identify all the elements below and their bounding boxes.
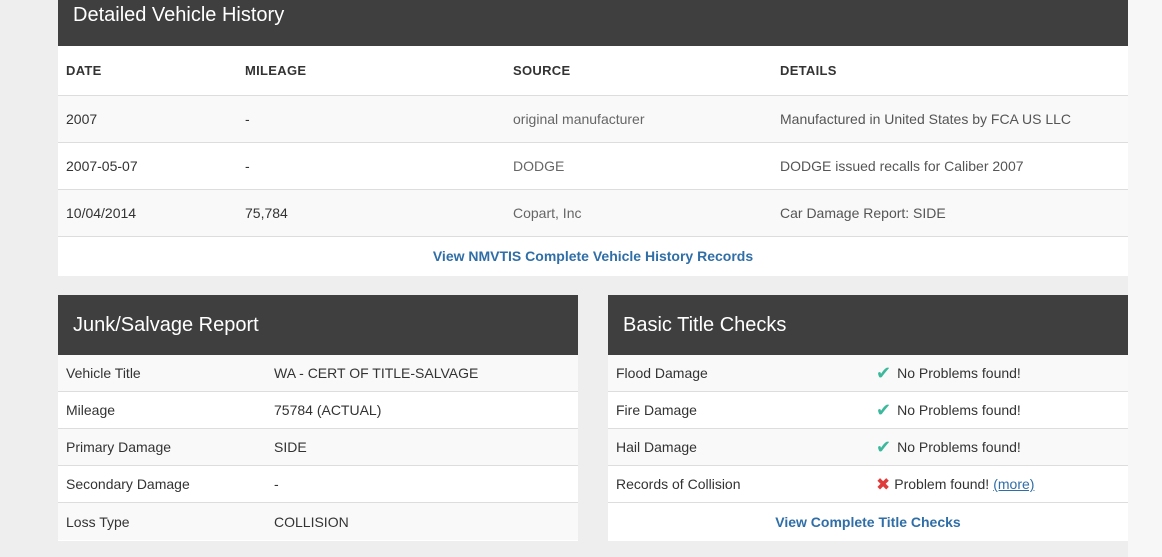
table-row: 2007 - original manufacturer Manufacture…	[58, 96, 1128, 143]
more-link[interactable]: (more)	[993, 476, 1034, 492]
list-item: Records of Collision ✖ Problem found! (m…	[608, 466, 1128, 503]
row-details: Manufactured in United States by FCA US …	[780, 111, 1072, 127]
history-table-header: DATE MILEAGE SOURCE DETAILS	[58, 46, 1128, 96]
item-label: Mileage	[66, 402, 116, 418]
junk-salvage-panel: Junk/Salvage Report Vehicle Title WA - C…	[58, 295, 578, 541]
status-text: Problem found!	[894, 476, 990, 492]
title-checks-title: Basic Title Checks	[608, 295, 1128, 355]
item-label: Fire Damage	[616, 402, 697, 418]
status-text: No Problems found!	[897, 402, 1021, 418]
item-value: SIDE	[274, 439, 307, 455]
column-mileage: MILEAGE	[245, 63, 307, 78]
row-mileage: -	[245, 111, 250, 127]
table-row: 10/04/2014 75,784 Copart, Inc Car Damage…	[58, 190, 1128, 237]
list-item: Hail Damage ✔ No Problems found!	[608, 429, 1128, 466]
x-icon: ✖	[876, 474, 891, 494]
table-row: 2007-05-07 - DODGE DODGE issued recalls …	[58, 143, 1128, 190]
list-item: Mileage 75784 (ACTUAL)	[58, 392, 578, 429]
status-text: No Problems found!	[897, 365, 1021, 381]
row-details: Car Damage Report: SIDE	[780, 205, 946, 221]
junk-salvage-title: Junk/Salvage Report	[58, 295, 578, 355]
row-date: 10/04/2014	[66, 205, 137, 221]
item-label: Hail Damage	[616, 439, 697, 455]
column-source: SOURCE	[513, 63, 571, 78]
row-details: DODGE issued recalls for Caliber 2007	[780, 158, 1024, 174]
status-text: No Problems found!	[897, 439, 1021, 455]
view-title-checks-link[interactable]: View Complete Title Checks	[608, 503, 1128, 540]
list-item: Secondary Damage -	[58, 466, 578, 503]
item-value: COLLISION	[274, 513, 349, 530]
row-mileage: 75,784	[245, 205, 288, 221]
list-item: Primary Damage SIDE	[58, 429, 578, 466]
check-icon: ✔	[876, 437, 892, 457]
list-item: Loss Type COLLISION	[58, 503, 578, 540]
list-item: Fire Damage ✔ No Problems found!	[608, 392, 1128, 429]
row-source: Copart, Inc	[513, 205, 582, 221]
item-value: -	[274, 476, 279, 492]
item-label: Records of Collision	[616, 476, 741, 492]
title-checks-panel: Basic Title Checks Flood Damage ✔ No Pro…	[608, 295, 1128, 541]
column-details: DETAILS	[780, 63, 837, 78]
item-status: ✔ No Problems found!	[876, 364, 1021, 382]
list-item: Flood Damage ✔ No Problems found!	[608, 355, 1128, 392]
row-mileage: -	[245, 158, 250, 174]
item-value: WA - CERT OF TITLE-SALVAGE	[274, 365, 479, 381]
column-date: DATE	[66, 63, 102, 78]
item-status: ✔ No Problems found!	[876, 401, 1021, 419]
item-label: Primary Damage	[66, 439, 172, 455]
row-source: original manufacturer	[513, 111, 645, 127]
page-right-gutter	[1128, 0, 1162, 557]
check-icon: ✔	[876, 363, 892, 383]
row-source: DODGE	[513, 158, 565, 174]
check-icon: ✔	[876, 400, 892, 420]
row-date: 2007-05-07	[66, 158, 138, 174]
list-item: Vehicle Title WA - CERT OF TITLE-SALVAGE	[58, 355, 578, 392]
vehicle-history-title: Detailed Vehicle History	[58, 0, 1128, 46]
item-status: ✖ Problem found! (more)	[876, 476, 1034, 493]
vehicle-history-panel: Detailed Vehicle History DATE MILEAGE SO…	[58, 0, 1128, 276]
item-label: Vehicle Title	[66, 365, 141, 381]
item-status: ✔ No Problems found!	[876, 438, 1021, 456]
item-label: Secondary Damage	[66, 476, 190, 492]
view-nmvtis-history-link[interactable]: View NMVTIS Complete Vehicle History Rec…	[58, 237, 1128, 274]
item-label: Flood Damage	[616, 365, 708, 381]
item-value: 75784 (ACTUAL)	[274, 402, 382, 418]
row-date: 2007	[66, 111, 98, 127]
item-label: Loss Type	[66, 513, 130, 530]
